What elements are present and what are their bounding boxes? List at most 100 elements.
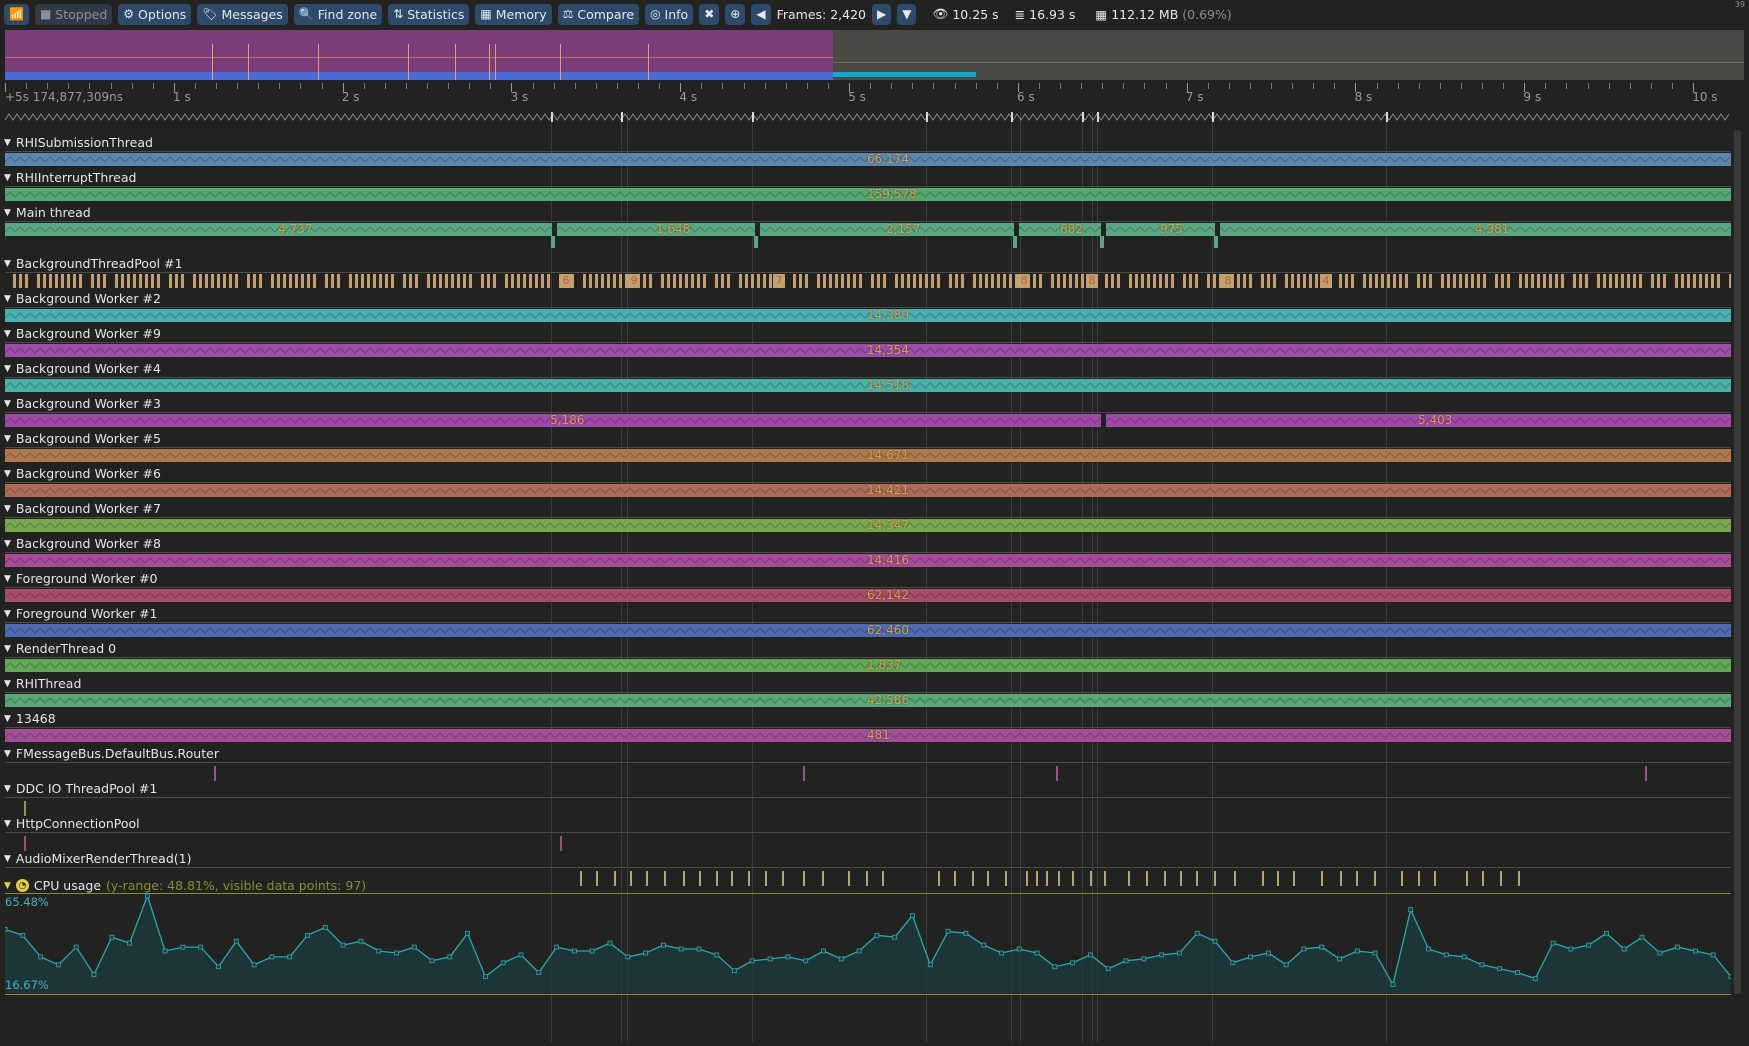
zone-marker[interactable] [1401,871,1403,886]
cpu-data-point[interactable] [892,934,898,940]
cpu-data-point[interactable] [1105,966,1111,972]
zone-block[interactable] [1627,274,1630,288]
cpu-data-point[interactable] [1550,940,1556,946]
zone-block[interactable] [931,274,934,288]
zone-block[interactable] [1003,274,1006,288]
cpu-data-point[interactable] [127,940,132,946]
zone-block[interactable] [1597,274,1600,288]
zone-bar[interactable]: 42,586 [5,694,1731,707]
zone-block[interactable] [469,274,472,288]
zone-marker[interactable] [1180,871,1182,886]
compare-button[interactable]: ⚖ Compare [557,3,640,25]
zone-block[interactable] [1009,274,1012,288]
zone-marker[interactable] [664,871,666,886]
zone-block[interactable] [385,274,388,288]
cpu-data-point[interactable] [1319,944,1325,950]
cpu-data-point[interactable] [1728,974,1731,979]
zone-marker[interactable] [748,871,750,886]
zone-block[interactable] [1375,274,1378,288]
zone-block[interactable] [379,274,382,288]
zone-block[interactable] [283,274,286,288]
zone-marker[interactable] [1234,871,1236,886]
zone-marker[interactable] [580,871,582,886]
thread-label[interactable]: ▼ Background Worker #6 [4,466,161,481]
zone-bar[interactable]: 66,174 [5,153,1731,166]
cpu-data-point[interactable] [572,948,577,954]
zone-block[interactable] [661,274,664,288]
zone-block[interactable] [925,274,928,288]
zone-block[interactable] [1171,274,1174,288]
zone-block[interactable] [817,274,820,288]
zone-block[interactable] [1447,274,1450,288]
zone-block[interactable] [463,274,466,288]
thread-label[interactable]: ▼ Background Worker #7 [4,501,161,516]
zone-marker[interactable] [1026,871,1028,886]
zone-block[interactable] [1543,274,1546,288]
zone-block[interactable] [961,274,964,288]
cpu-data-point[interactable] [1461,954,1467,960]
thread-label[interactable]: ▼ DDC IO ThreadPool #1 [4,781,157,796]
cpu-data-point[interactable] [1301,946,1307,952]
cpu-data-point[interactable] [233,938,239,944]
cpu-data-point[interactable] [1088,952,1093,958]
zone-marker[interactable] [683,871,685,886]
cpu-data-point[interactable] [1354,948,1360,954]
collapse-triangle-icon[interactable]: ▼ [4,539,11,549]
zone-block[interactable] [1531,274,1534,288]
cpu-data-point[interactable] [1070,960,1075,966]
zone-block[interactable] [1711,274,1714,288]
zone-marker[interactable] [1090,871,1092,886]
zone-block[interactable] [1657,274,1660,288]
zone-group-count[interactable]: 8 [1222,274,1234,288]
zone-block[interactable] [253,274,256,288]
zone-marker[interactable] [1056,766,1058,781]
zone-block[interactable] [301,274,304,288]
cpu-data-point[interactable] [429,958,435,964]
zone-block[interactable] [1675,274,1678,288]
zone-block[interactable] [805,274,808,288]
cpu-data-point[interactable] [821,948,826,954]
cpu-data-point[interactable] [732,968,737,974]
zone-block[interactable] [1291,274,1294,288]
zone-marker[interactable] [1262,871,1264,886]
zone-block[interactable] [79,274,82,288]
collapse-triangle-icon[interactable]: ▼ [4,399,11,409]
zone-block[interactable] [1381,274,1384,288]
cpu-data-point[interactable] [945,928,951,934]
zone-marker[interactable] [1196,871,1198,886]
zone-block[interactable] [493,274,496,288]
zone-marker[interactable] [1418,871,1420,886]
zone-block[interactable] [1237,274,1240,288]
zone-block[interactable] [769,274,772,288]
cpu-data-point[interactable] [749,958,755,964]
zone-bar[interactable]: 14,354 [5,344,1731,357]
cpu-data-point[interactable] [1639,934,1645,940]
zone-block[interactable] [1111,274,1114,288]
cpu-data-point[interactable] [1657,950,1663,956]
zone-block[interactable] [853,274,856,288]
zone-marker[interactable] [1356,871,1358,886]
zone-block[interactable] [1039,274,1042,288]
thread-label[interactable]: ▼ Background Worker #3 [4,396,161,411]
collapse-triangle-icon[interactable]: ▼ [4,294,11,304]
zone-marker[interactable] [630,871,632,886]
zone-block[interactable] [871,274,874,288]
zone-block[interactable] [205,274,208,288]
collapse-triangle-icon[interactable]: ▼ [4,173,11,183]
collapse-triangle-icon[interactable]: ▼ [4,259,11,269]
cpu-data-point[interactable] [5,927,8,932]
cpu-data-point[interactable] [1408,907,1414,913]
zone-block[interactable] [1483,274,1486,288]
zone-block[interactable] [1603,274,1606,288]
zone-block[interactable] [895,274,898,288]
memory-button[interactable]: ▦ Memory [475,3,552,25]
zone-marker[interactable] [972,871,974,886]
zone-block[interactable] [607,274,610,288]
zone-block[interactable] [1525,274,1528,288]
zone-block[interactable] [1585,274,1588,288]
zone-block[interactable] [127,274,130,288]
collapse-triangle-icon[interactable]: ▼ [4,504,11,514]
zone-marker[interactable] [1164,871,1166,886]
zone-block[interactable] [235,274,238,288]
zone-bar[interactable]: 4,737 1,648 2,157 682 975 4,381 [5,223,1731,236]
